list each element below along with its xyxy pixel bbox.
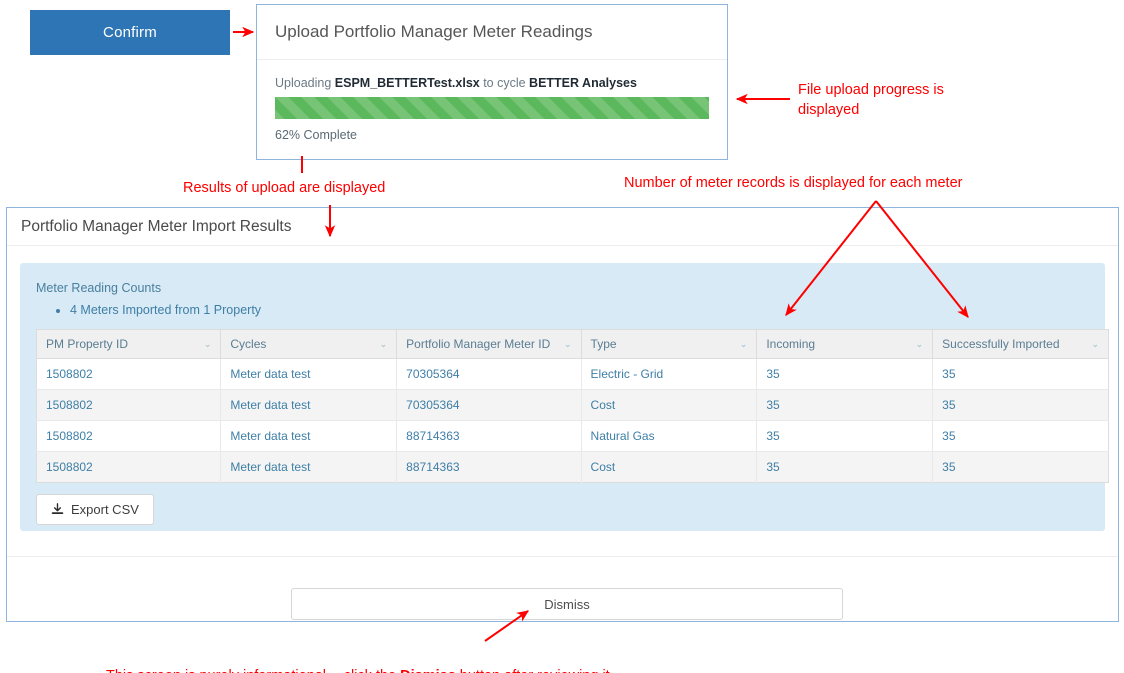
annotation-dismiss-note-part1: This screen is purely informational -- c… — [106, 668, 400, 673]
meter-import-results-table: PM Property ID ⌄ Cycles ⌄ Portfolio Manager … — [36, 329, 1109, 483]
table-column-header[interactable]: Type ⌄ — [581, 329, 758, 359]
uploading-middle: to cycle — [479, 76, 530, 90]
table-cell: 70305364 — [396, 358, 582, 390]
table-row[interactable]: 1508802 Meter data test 70305364 Electric -… — [36, 358, 1109, 390]
table-cell: 35 — [932, 389, 1109, 421]
upload-dialog-body: Uploading ESPM_BETTERTest.xlsx to cycle … — [257, 60, 727, 142]
annotation-upload-progress: File upload progress is displayed — [798, 82, 944, 118]
annotation-results-of-upload: Results of upload are displayed — [183, 180, 386, 196]
table-column-label: Cycles — [230, 337, 267, 351]
meter-reading-counts-region: Meter Reading Counts 4 Meters Imported f… — [20, 263, 1109, 531]
import-results-panel: Portfolio Manager Meter Import Results M… — [6, 207, 1119, 622]
table-cell: Meter data test — [220, 358, 398, 390]
table-cell: 35 — [756, 420, 934, 452]
table-cell: Natural Gas — [581, 420, 758, 452]
table-cell: 35 — [756, 358, 934, 390]
table-column-header[interactable]: Cycles ⌄ — [220, 329, 398, 359]
footer-divider — [7, 556, 1118, 557]
dismiss-button-label: Dismiss — [544, 596, 590, 612]
table-cell: 88714363 — [396, 420, 582, 452]
dismiss-button[interactable]: Dismiss — [291, 588, 843, 620]
annotation-meter-records: Number of meter records is displayed for… — [624, 175, 963, 191]
download-icon — [51, 503, 64, 516]
annotation-dismiss-note-bold: Dismiss — [400, 668, 456, 673]
table-cell: 35 — [932, 420, 1109, 452]
table-column-header[interactable]: Incoming ⌄ — [756, 329, 934, 359]
upload-progress-caption: 62% Complete — [275, 128, 357, 142]
confirm-button-label: Confirm — [103, 24, 157, 41]
table-header: PM Property ID ⌄ Cycles ⌄ Portfolio Manager … — [36, 329, 1109, 359]
table-cell: 70305364 — [396, 389, 582, 421]
table-column-label: Incoming — [766, 337, 816, 351]
table-column-header[interactable]: Successfully Imported ⌄ — [932, 329, 1109, 359]
table-column-header[interactable]: PM Property ID ⌄ — [36, 329, 222, 359]
import-results-header: Portfolio Manager Meter Import Results — [7, 208, 1118, 246]
meter-reading-counts-list: 4 Meters Imported from 1 Property — [36, 301, 1089, 319]
table-cell: 1508802 — [36, 389, 222, 421]
table-row[interactable]: 1508802 Meter data test 70305364 Cost 35 35 — [36, 389, 1109, 421]
table-cell: Cost — [581, 389, 758, 421]
table-cell: Cost — [581, 451, 758, 483]
table-body: 1508802 Meter data test 70305364 Electric -… — [36, 358, 1109, 483]
annotation-dismiss-note-part2: button after reviewing it — [456, 668, 610, 673]
upload-cycle-name: BETTER Analyses — [529, 76, 637, 90]
meter-reading-counts-item: 4 Meters Imported from 1 Property — [70, 301, 1089, 319]
chevron-down-icon[interactable]: ⌄ — [916, 339, 924, 349]
table-column-label: Portfolio Manager Meter ID — [406, 337, 551, 351]
export-csv-label: Export CSV — [71, 502, 139, 517]
chevron-down-icon[interactable]: ⌄ — [740, 339, 748, 349]
table-cell: Meter data test — [220, 420, 398, 452]
table-cell: Electric - Grid — [581, 358, 758, 390]
uploading-prefix: Uploading — [275, 76, 335, 90]
meter-reading-counts-label: Meter Reading Counts — [36, 281, 162, 295]
page-title: Portfolio Manager Meter Import Results — [21, 217, 292, 235]
table-column-label: Successfully Imported — [942, 337, 1060, 351]
table-row[interactable]: 1508802 Meter data test 88714363 Cost 35 35 — [36, 451, 1109, 483]
annotation-dismiss-note: This screen is purely informational -- c… — [106, 646, 610, 673]
table-cell: Meter data test — [220, 451, 398, 483]
table-row[interactable]: 1508802 Meter data test 88714363 Natural Ga… — [36, 420, 1109, 452]
upload-dialog-header: Upload Portfolio Manager Meter Readings — [257, 5, 727, 60]
upload-file-name: ESPM_BETTERTest.xlsx — [334, 76, 480, 90]
upload-status-line: Uploading ESPM_BETTERTest.xlsx to cycle … — [275, 76, 709, 90]
table-cell: 88714363 — [396, 451, 582, 483]
table-cell: 35 — [932, 358, 1109, 390]
table-cell: 35 — [942, 460, 956, 474]
chevron-down-icon[interactable]: ⌄ — [564, 339, 572, 349]
upload-progress-bar — [275, 97, 709, 119]
table-cell: 35 — [756, 389, 934, 421]
table-column-header[interactable]: Portfolio Manager Meter ID ⌄ — [396, 329, 582, 359]
table-cell: 1508802 — [36, 420, 222, 452]
chevron-down-icon[interactable]: ⌄ — [1091, 339, 1099, 349]
table-cell: 1508802 — [36, 451, 222, 483]
table-header-row: PM Property ID ⌄ Cycles ⌄ Portfolio Manager … — [36, 329, 1109, 359]
export-csv-button[interactable]: Export CSV — [36, 494, 154, 525]
chevron-down-icon[interactable]: ⌄ — [204, 339, 212, 349]
upload-dialog: Upload Portfolio Manager Meter Readings … — [256, 4, 728, 160]
table-cell: 1508802 — [36, 358, 222, 390]
confirm-button[interactable]: Confirm — [30, 10, 230, 55]
screenshot-root: Confirm Upload Portfolio Manager Meter R… — [0, 0, 1124, 673]
table-cell: 35 — [756, 451, 934, 483]
table-cell: Meter data test — [220, 389, 398, 421]
upload-progress-fill — [275, 97, 709, 119]
upload-dialog-title: Upload Portfolio Manager Meter Readings — [275, 22, 593, 41]
table-column-label: Type — [590, 337, 617, 351]
chevron-down-icon[interactable]: ⌄ — [380, 339, 388, 349]
table-column-label: PM Property ID — [46, 337, 129, 351]
